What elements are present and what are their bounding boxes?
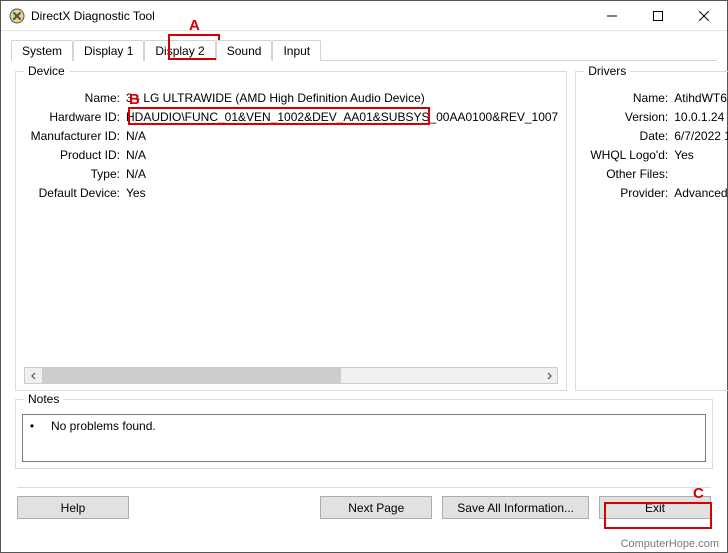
device-label: Manufacturer ID: — [24, 128, 126, 144]
drivers-value-other-files — [674, 166, 728, 182]
drivers-row-name: Name: AtihdWT6.sys — [584, 90, 728, 106]
drivers-row-date: Date: 6/7/2022 18:00:00 — [584, 128, 728, 144]
device-legend: Device — [24, 64, 69, 78]
drivers-value-name: AtihdWT6.sys — [674, 90, 728, 106]
device-value-hardware-id: HDAUDIO\FUNC_01&VEN_1002&DEV_AA01&SUBSYS… — [126, 109, 558, 125]
drivers-legend: Drivers — [584, 64, 630, 78]
bullet-icon: • — [29, 419, 35, 433]
scroll-thumb[interactable] — [42, 368, 341, 383]
button-row: Help Next Page Save All Information... E… — [11, 496, 717, 519]
device-value-type: N/A — [126, 166, 558, 182]
tab-label: Input — [283, 44, 310, 58]
window-controls — [589, 1, 727, 30]
notes-groupbox: Notes • No problems found. — [15, 399, 713, 469]
titlebar: DirectX Diagnostic Tool — [1, 1, 727, 31]
drivers-label: Name: — [584, 90, 674, 106]
list-item: • No problems found. — [29, 419, 699, 433]
drivers-row-whql: WHQL Logo'd: Yes — [584, 147, 728, 163]
device-label: Product ID: — [24, 147, 126, 163]
tab-sound[interactable]: Sound — [216, 40, 273, 61]
separator — [17, 487, 711, 488]
device-label: Hardware ID: — [24, 109, 126, 125]
device-row-manufacturer-id: Manufacturer ID: N/A — [24, 128, 558, 144]
drivers-label: Version: — [584, 109, 674, 125]
button-label: Next Page — [348, 501, 404, 515]
save-all-information-button[interactable]: Save All Information... — [442, 496, 589, 519]
device-label: Name: — [24, 90, 126, 106]
drivers-groupbox: Drivers Name: AtihdWT6.sys Version: 10.0… — [575, 71, 728, 391]
window-title: DirectX Diagnostic Tool — [31, 9, 589, 23]
device-groupbox: Device Name: 3 - LG ULTRAWIDE (AMD High … — [15, 71, 567, 391]
scroll-track[interactable] — [42, 368, 540, 383]
client-area: System Display 1 Display 2 Sound Input D… — [1, 31, 727, 529]
tab-strip: System Display 1 Display 2 Sound Input — [11, 39, 717, 61]
device-row-type: Type: N/A — [24, 166, 558, 182]
device-row-default-device: Default Device: Yes — [24, 185, 558, 201]
minimize-button[interactable] — [589, 1, 635, 31]
drivers-value-provider: Advanced Micro Devices — [674, 185, 728, 201]
device-label: Type: — [24, 166, 126, 182]
notes-legend: Notes — [24, 392, 63, 406]
help-button[interactable]: Help — [17, 496, 129, 519]
tab-display-1[interactable]: Display 1 — [73, 40, 144, 61]
exit-button[interactable]: Exit — [599, 496, 711, 519]
device-label: Default Device: — [24, 185, 126, 201]
device-value-name: 3 - LG ULTRAWIDE (AMD High Definition Au… — [126, 90, 558, 106]
drivers-row-version: Version: 10.0.1.24 (English) — [584, 109, 728, 125]
tab-label: Display 1 — [84, 44, 133, 58]
device-row-name: Name: 3 - LG ULTRAWIDE (AMD High Definit… — [24, 90, 558, 106]
device-row-hardware-id: Hardware ID: HDAUDIO\FUNC_01&VEN_1002&DE… — [24, 109, 558, 125]
drivers-label: Provider: — [584, 185, 674, 201]
drivers-value-date: 6/7/2022 18:00:00 — [674, 128, 728, 144]
tab-label: System — [22, 44, 62, 58]
drivers-value-version: 10.0.1.24 (English) — [674, 109, 728, 125]
app-icon — [9, 8, 25, 24]
scroll-right-arrow-icon[interactable] — [540, 368, 557, 383]
button-label: Save All Information... — [457, 501, 574, 515]
maximize-button[interactable] — [635, 1, 681, 31]
device-value-default: Yes — [126, 185, 558, 201]
device-horizontal-scrollbar[interactable] — [24, 367, 558, 384]
drivers-row-other-files: Other Files: — [584, 166, 728, 182]
button-label: Help — [61, 501, 86, 515]
tab-label: Display 2 — [155, 44, 204, 58]
tab-content-sound: Device Name: 3 - LG ULTRAWIDE (AMD High … — [11, 61, 717, 395]
drivers-row-provider: Provider: Advanced Micro Devices — [584, 185, 728, 201]
tab-label: Sound — [227, 44, 262, 58]
drivers-label: Date: — [584, 128, 674, 144]
scroll-left-arrow-icon[interactable] — [25, 368, 42, 383]
tab-display-2[interactable]: Display 2 — [144, 40, 215, 61]
close-button[interactable] — [681, 1, 727, 31]
next-page-button[interactable]: Next Page — [320, 496, 432, 519]
drivers-value-whql: Yes — [674, 147, 728, 163]
notes-item-text: No problems found. — [51, 419, 156, 433]
drivers-label: Other Files: — [584, 166, 674, 182]
device-value-product-id: N/A — [126, 147, 558, 163]
device-row-product-id: Product ID: N/A — [24, 147, 558, 163]
tab-system[interactable]: System — [11, 40, 73, 61]
drivers-label: WHQL Logo'd: — [584, 147, 674, 163]
button-label: Exit — [645, 501, 665, 515]
device-value-manufacturer-id: N/A — [126, 128, 558, 144]
tab-input[interactable]: Input — [272, 40, 321, 61]
watermark: ComputerHope.com — [621, 538, 719, 550]
notes-list[interactable]: • No problems found. — [22, 414, 706, 462]
